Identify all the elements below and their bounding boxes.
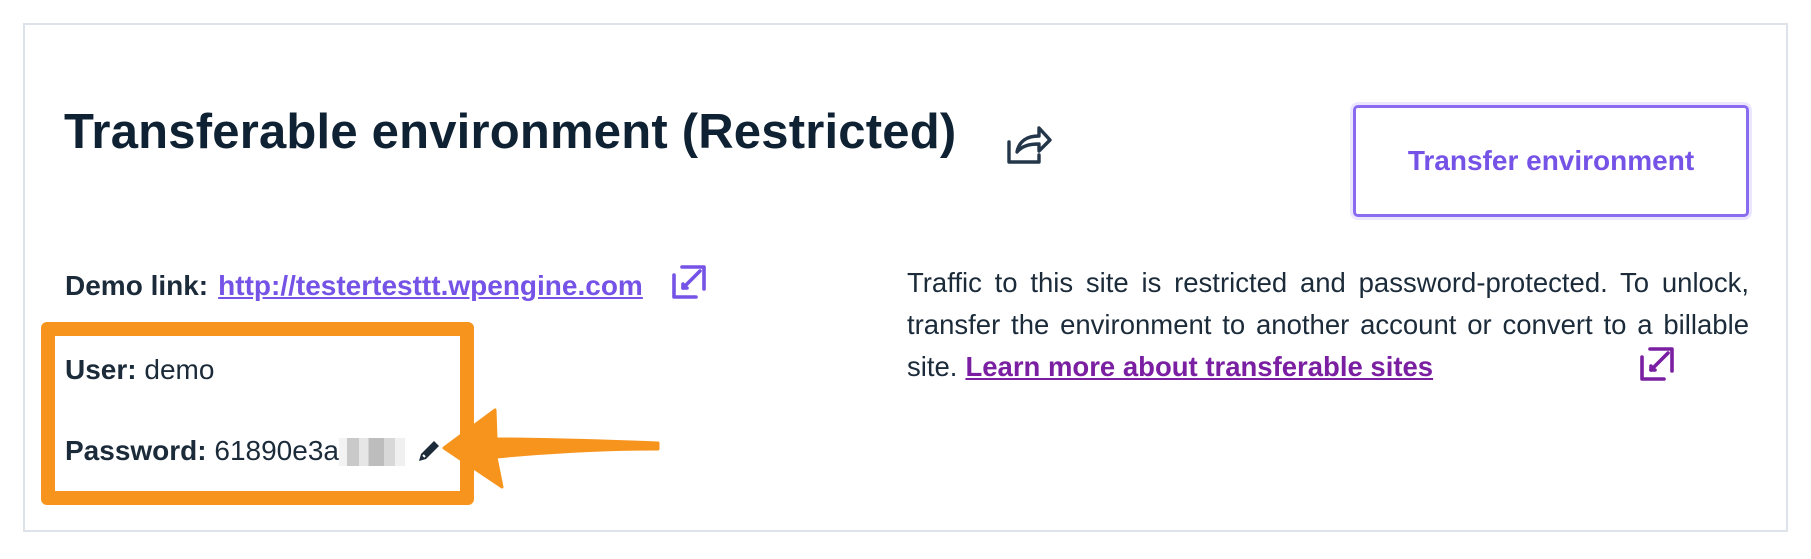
- arrow-left-icon: [442, 408, 660, 489]
- page-title: Transferable environment (Restricted): [64, 105, 957, 159]
- demo-link[interactable]: http://testertesttt.wpengine.com: [218, 270, 643, 301]
- demo-link-label: Demo link:: [65, 270, 209, 301]
- learn-more-link[interactable]: Learn more about transferable sites: [965, 351, 1433, 382]
- credentials-highlight: [41, 322, 474, 505]
- demo-link-row: Demo link: http://testertesttt.wpengine.c…: [65, 272, 643, 300]
- transfer-environment-button[interactable]: Transfer environment: [1353, 105, 1749, 217]
- restriction-description: Traffic to this site is restricted and p…: [907, 262, 1749, 388]
- external-link-icon[interactable]: [670, 263, 708, 301]
- share-icon[interactable]: [1005, 122, 1053, 168]
- external-link-icon[interactable]: [1638, 345, 1676, 383]
